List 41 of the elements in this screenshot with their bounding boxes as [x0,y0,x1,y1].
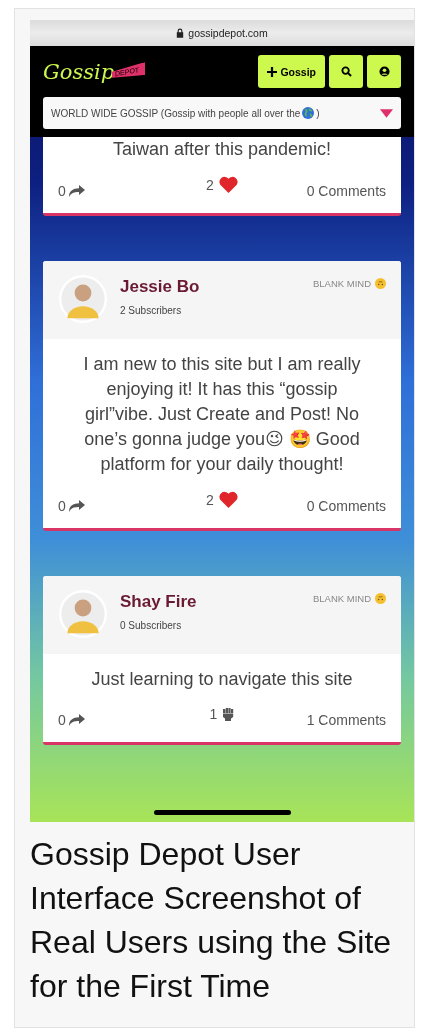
post-text: Just learning to navigate this site [90,668,354,691]
account-button[interactable] [367,55,401,88]
user-icon [378,66,390,77]
plus-icon [267,66,278,77]
fist-icon[interactable] [222,707,235,721]
figure-caption: Gossip Depot User Interface Screenshot of Real Users using the Site for the First Time [30,835,393,1006]
author-name[interactable]: Shay Fire [120,592,197,612]
globe-icon [302,107,315,119]
share-count: 0 [58,712,66,728]
post-text: Taiwan after this pandemic! [111,138,333,161]
share-icon[interactable] [68,184,85,197]
avatar-icon [59,275,107,323]
mood-label: BLANK MIND [312,593,371,604]
face-icon [375,593,386,604]
avatar-icon [59,590,107,638]
subscriber-count: 2 Subscribers [120,305,183,316]
comments-link[interactable]: 1 Comments [234,712,386,728]
share-icon[interactable] [68,499,85,512]
mood-label: BLANK MIND [312,278,371,289]
comments-link[interactable]: 0 Comments [237,497,386,514]
share-count: 0 [58,182,66,199]
reaction-count: 2 [206,176,214,193]
caret-icon [380,108,393,118]
search-icon [340,66,352,77]
post-text: I am new to this site but I am really enjoying it! It has this “gossip girl”vibe. Just Create and Post! No one’s gonna judge you😉 🤩 Good platform for your daily thought! [82,353,362,476]
lock-icon [176,28,185,38]
heart-icon[interactable] [218,491,238,508]
heart-icon[interactable] [218,176,238,193]
face-icon [375,278,386,289]
new-gossip-button[interactable]: Gossip [258,55,325,88]
author-name[interactable]: Jessie Bo [120,277,200,297]
search-button[interactable] [329,55,363,88]
address-bar[interactable]: gossipdepot.com [30,20,414,46]
reaction-count: 2 [206,491,214,508]
comments-link[interactable]: 0 Comments [237,182,386,199]
reaction-count: 1 [209,706,218,722]
share-count: 0 [58,497,66,514]
subscriber-count: 0 Subscribers [120,620,183,631]
url-text: gossipdepot.com [188,27,268,39]
share-icon[interactable] [68,714,85,726]
channel-dropdown[interactable]: WORLD WIDE GOSSIP (Gossip with people all over the ) [43,97,401,129]
